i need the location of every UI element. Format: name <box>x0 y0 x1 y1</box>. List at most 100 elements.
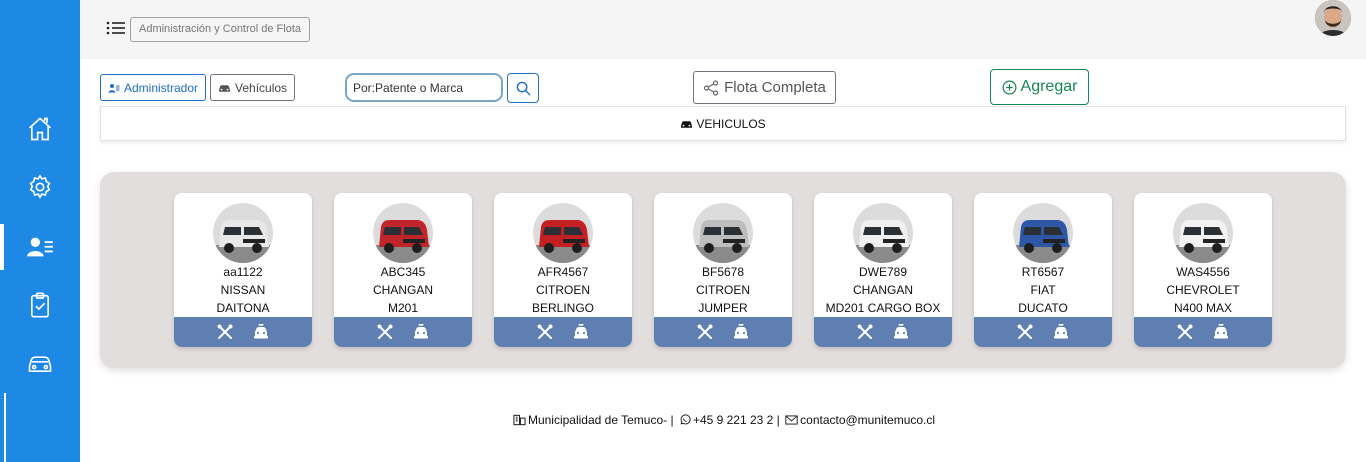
footer-email[interactable]: contacto@munitemuco.cl <box>800 413 935 427</box>
vehicle-plate: AFR4567 <box>537 265 589 279</box>
vehicle-photo <box>853 203 913 263</box>
car-repair-icon[interactable] <box>412 323 430 341</box>
vehicle-model: DUCATO <box>1018 301 1068 315</box>
car-repair-icon[interactable] <box>572 323 590 341</box>
car-repair-icon[interactable] <box>1212 323 1230 341</box>
fleet-panel: aa1122 NISSAN DAITONA ABC345 CHANGAN M20… <box>100 172 1346 368</box>
vehicle-card[interactable]: AFR4567 CITROEN BERLINGO <box>494 193 632 347</box>
tools-icon[interactable] <box>536 323 554 341</box>
vehicle-plate: RT6567 <box>1021 265 1065 279</box>
vehicle-brand: CITROEN <box>696 283 750 297</box>
sidebar-item-settings[interactable] <box>0 164 80 210</box>
plus-circle-icon <box>1002 80 1017 94</box>
vehicle-card[interactable]: aa1122 NISSAN DAITONA <box>174 193 312 347</box>
vehicle-photo <box>693 203 753 263</box>
add-label: Agregar <box>1020 78 1078 95</box>
home-icon <box>28 117 52 141</box>
add-button[interactable]: Agregar <box>990 69 1089 105</box>
search-input[interactable] <box>345 73 503 102</box>
sidebar <box>0 0 80 462</box>
vehicle-card[interactable]: BF5678 CITROEN JUMPER <box>654 193 792 347</box>
search-button[interactable] <box>507 73 539 103</box>
van-photo-icon <box>1173 203 1233 263</box>
tools-icon[interactable] <box>1176 323 1194 341</box>
vehicles-button[interactable]: Vehículos <box>210 74 296 101</box>
vehicles-label: Vehículos <box>235 80 288 95</box>
administrator-label: Administrador <box>124 80 199 95</box>
vehicle-card[interactable]: ABC345 CHANGAN M201 <box>334 193 472 347</box>
van-photo-icon <box>1013 203 1073 263</box>
vehicle-brand: CHEVROLET <box>1166 283 1240 297</box>
vehicle-plate: ABC345 <box>380 265 426 279</box>
van-photo-icon <box>853 203 913 263</box>
users-icon <box>108 83 120 92</box>
car-repair-icon[interactable] <box>252 323 270 341</box>
car-icon <box>681 120 693 128</box>
full-fleet-button[interactable]: Flota Completa <box>693 71 836 104</box>
van-photo-icon <box>693 203 753 263</box>
section-title: VEHICULOS <box>696 116 766 131</box>
vehicle-actions <box>494 317 632 347</box>
list-menu-icon[interactable] <box>106 19 126 37</box>
van-photo-icon <box>373 203 433 263</box>
car-icon <box>219 84 230 92</box>
vehicle-card[interactable]: WAS4556 CHEVROLET N400 MAX <box>1134 193 1272 347</box>
vehicle-model: MD201 CARGO BOX <box>825 301 941 315</box>
vehicle-model: M201 <box>387 301 419 315</box>
car-repair-icon[interactable] <box>1052 323 1070 341</box>
vehicle-photo <box>533 203 593 263</box>
van-photo-icon <box>213 203 273 263</box>
app-title: Administración y Control de Flota <box>130 17 311 42</box>
vehicle-actions <box>974 317 1112 347</box>
footer-org: Municipalidad de Temuco- | <box>527 413 674 427</box>
vehicle-brand: CITROEN <box>536 283 590 297</box>
vehicle-brand: FIAT <box>1030 283 1056 297</box>
tools-icon[interactable] <box>856 323 874 341</box>
vehicle-actions <box>654 317 792 347</box>
vehicle-plate: DWE789 <box>858 265 908 279</box>
sidebar-divider <box>4 393 6 462</box>
clipboard-check-icon <box>31 292 49 318</box>
vehicle-photo <box>373 203 433 263</box>
vehicle-actions <box>814 317 952 347</box>
phone-building-icon <box>513 414 526 426</box>
tools-icon[interactable] <box>376 323 394 341</box>
search-icon <box>516 81 531 96</box>
vehicle-model: N400 MAX <box>1173 301 1233 315</box>
vehicle-photo <box>213 203 273 263</box>
sidebar-item-tasks[interactable] <box>0 282 80 328</box>
footer-phone[interactable]: +45 9 221 23 2 | <box>693 413 780 427</box>
administrator-button[interactable]: Administrador <box>100 74 207 101</box>
car-repair-icon[interactable] <box>892 323 910 341</box>
car-icon <box>28 356 52 372</box>
vehicle-plate: BF5678 <box>701 265 745 279</box>
vehicle-model: BERLINGO <box>531 301 594 315</box>
footer: Municipalidad de Temuco- | +45 9 221 23 … <box>0 413 1366 427</box>
tools-icon[interactable] <box>216 323 234 341</box>
envelope-icon <box>785 415 798 425</box>
section-header: VEHICULOS <box>100 106 1346 141</box>
vehicle-brand: CHANGAN <box>372 283 433 297</box>
sidebar-item-users[interactable] <box>0 224 80 270</box>
vehicle-card[interactable]: DWE789 CHANGAN MD201 CARGO BOX <box>814 193 952 347</box>
sidebar-item-home[interactable] <box>0 106 80 152</box>
vehicle-card[interactable]: RT6567 FIAT DUCATO <box>974 193 1112 347</box>
full-fleet-label: Flota Completa <box>724 79 826 96</box>
van-photo-icon <box>533 203 593 263</box>
sidebar-item-vehicles[interactable] <box>0 340 80 386</box>
share-nodes-icon <box>704 79 719 96</box>
vehicle-plate: WAS4556 <box>1176 265 1230 279</box>
avatar[interactable] <box>1315 0 1351 36</box>
gear-icon <box>29 174 51 199</box>
vehicle-actions <box>1134 317 1272 347</box>
vehicle-photo <box>1013 203 1073 263</box>
vehicle-brand: CHANGAN <box>852 283 913 297</box>
vehicle-model: JUMPER <box>698 301 748 315</box>
car-repair-icon[interactable] <box>732 323 750 341</box>
vehicle-actions <box>174 317 312 347</box>
tools-icon[interactable] <box>696 323 714 341</box>
vehicle-photo <box>1173 203 1233 263</box>
users-icon <box>27 237 53 257</box>
vehicle-model: DAITONA <box>216 301 270 315</box>
tools-icon[interactable] <box>1016 323 1034 341</box>
